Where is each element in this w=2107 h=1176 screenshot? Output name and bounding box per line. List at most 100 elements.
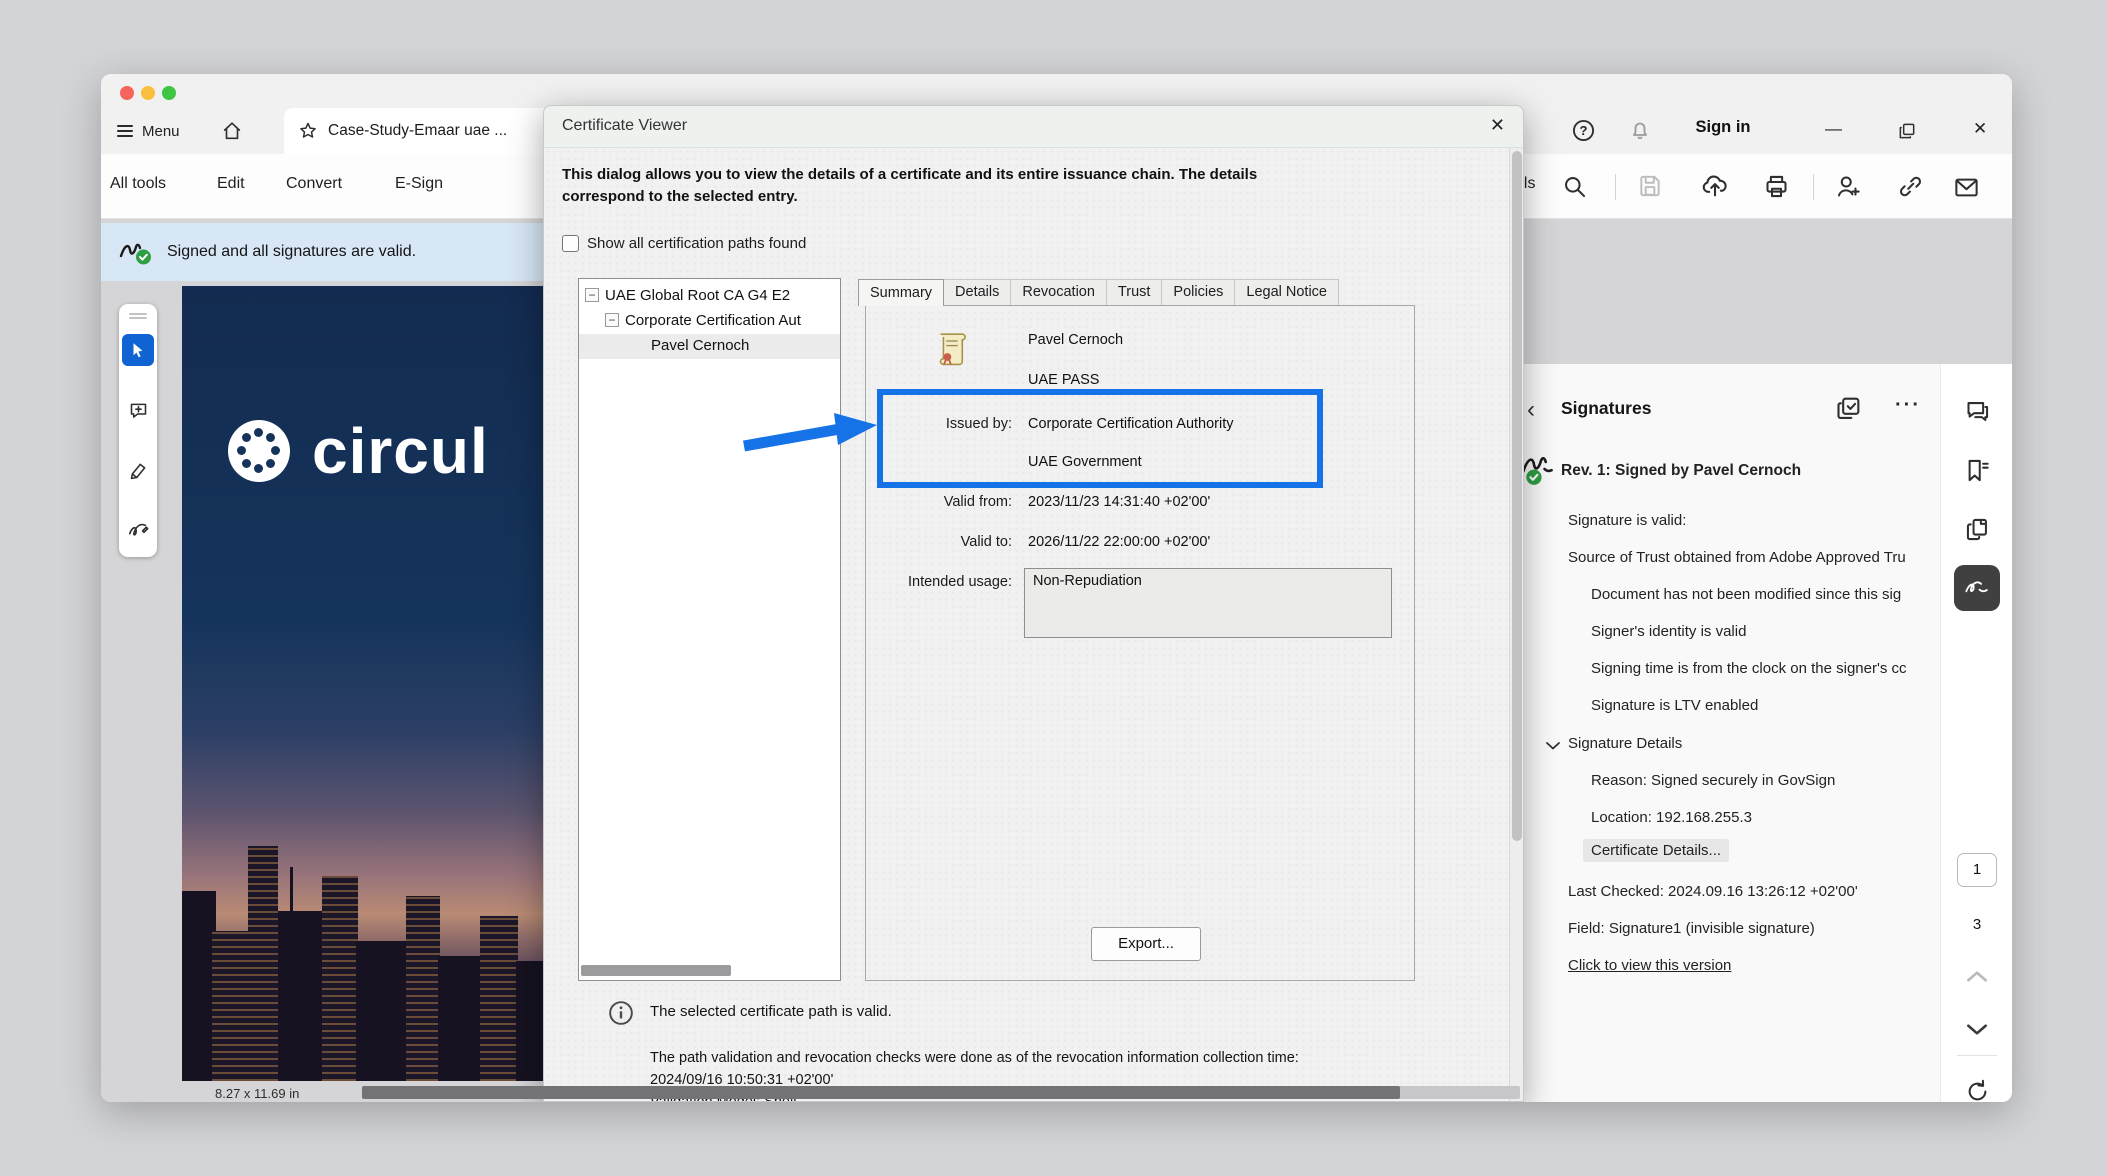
minimize-button[interactable]: — xyxy=(1825,119,1842,139)
dialog-description-line2: correspond to the selected entry. xyxy=(562,186,798,208)
add-comment-icon xyxy=(128,400,149,421)
document-page: circul xyxy=(182,286,562,1081)
comments-icon[interactable] xyxy=(1964,398,1991,425)
menu-convert[interactable]: Convert xyxy=(286,175,342,193)
print-icon[interactable] xyxy=(1763,173,1790,200)
rotate-page-icon[interactable] xyxy=(1964,1078,1991,1102)
quick-tools-palette xyxy=(119,304,157,557)
panel-options-icon[interactable]: ··· xyxy=(1895,394,1921,417)
tree-item-root[interactable]: − UAE Global Root CA G4 E2 xyxy=(579,284,841,309)
previous-page-chevron-icon[interactable] xyxy=(1964,968,1990,986)
signature-details-header[interactable]: Signature Details xyxy=(1568,735,1682,752)
star-icon xyxy=(298,121,318,141)
sign-in-button[interactable]: Sign in xyxy=(1681,118,1765,137)
horizontal-scrollbar[interactable] xyxy=(362,1086,1520,1099)
intended-usage-value: Non-Repudiation xyxy=(1033,573,1142,589)
certificate-details-button[interactable]: Certificate Details... xyxy=(1583,842,1729,859)
request-signature-icon[interactable] xyxy=(1835,173,1862,200)
annotation-arrow-icon xyxy=(736,406,881,454)
bookmarks-icon[interactable] xyxy=(1964,457,1991,484)
revocation-info-line1: The path validation and revocation check… xyxy=(650,1047,1299,1069)
tab-details[interactable]: Details xyxy=(943,279,1011,306)
scrollbar-thumb[interactable] xyxy=(1512,151,1522,841)
horizontal-scrollbar-thumb[interactable] xyxy=(362,1086,1400,1099)
validate-all-icon[interactable] xyxy=(1835,394,1863,422)
close-button[interactable]: ✕ xyxy=(1973,119,1987,139)
export-button[interactable]: Export... xyxy=(1091,927,1201,961)
notifications-bell-icon[interactable] xyxy=(1628,118,1652,142)
signature-location: Location: 192.168.255.3 xyxy=(1591,809,1752,826)
signature-status-item: Source of Trust obtained from Adobe Appr… xyxy=(1568,549,1906,566)
tree-collapse-icon[interactable]: − xyxy=(585,288,599,302)
tab-legal-notice[interactable]: Legal Notice xyxy=(1234,279,1339,306)
tree-horizontal-scrollbar[interactable] xyxy=(581,965,731,976)
menu-edit[interactable]: Edit xyxy=(217,175,245,193)
document-tab[interactable]: Case-Study-Emaar uae ... ✕ xyxy=(284,108,581,154)
save-icon[interactable] xyxy=(1637,173,1663,199)
cloud-upload-icon[interactable] xyxy=(1701,172,1729,200)
traffic-light-minimize-icon[interactable] xyxy=(141,86,155,100)
tab-summary[interactable]: Summary xyxy=(858,279,944,306)
subject-name: Pavel Cernoch xyxy=(1028,332,1123,348)
menu-label: Menu xyxy=(142,123,180,140)
collapse-panel-chevron-icon[interactable]: ‹ xyxy=(1527,396,1535,424)
select-tool-button[interactable] xyxy=(122,334,154,366)
window-titlebar xyxy=(101,74,2012,108)
email-icon[interactable] xyxy=(1953,174,1980,201)
certificate-icon xyxy=(936,330,968,368)
issuer-highlight-rectangle xyxy=(877,389,1323,488)
draw-tool-button[interactable] xyxy=(122,514,154,546)
dialog-vertical-scrollbar[interactable] xyxy=(1509,148,1523,1102)
show-paths-checkbox[interactable] xyxy=(562,235,579,252)
page-size-label: 8.27 x 11.69 in xyxy=(215,1086,299,1101)
last-checked: Last Checked: 2024.09.16 13:26:12 +02'00… xyxy=(1568,883,1858,900)
info-icon xyxy=(608,1000,634,1026)
view-version-link[interactable]: Click to view this version xyxy=(1568,957,1731,974)
menu-esign[interactable]: E-Sign xyxy=(395,175,443,193)
tree-item-intermediate[interactable]: − Corporate Certification Aut xyxy=(579,309,841,334)
hamburger-icon xyxy=(117,122,133,140)
home-icon[interactable] xyxy=(221,120,243,142)
dialog-title: Certificate Viewer xyxy=(562,117,687,135)
restore-button[interactable] xyxy=(1897,121,1917,141)
svg-text:?: ? xyxy=(1580,123,1588,138)
cursor-icon xyxy=(129,341,147,359)
intended-usage-label: Intended usage: xyxy=(882,574,1012,590)
fill-sign-tool-selected[interactable] xyxy=(1954,565,2000,611)
dialog-close-icon[interactable]: ✕ xyxy=(1490,115,1505,136)
link-icon[interactable] xyxy=(1897,173,1924,200)
highlight-tool-button[interactable] xyxy=(122,454,154,486)
drag-handle[interactable] xyxy=(129,317,147,319)
revision-title[interactable]: Rev. 1: Signed by Pavel Cernoch xyxy=(1561,462,1801,480)
traffic-light-zoom-icon[interactable] xyxy=(162,86,176,100)
tree-item-leaf-selected[interactable]: Pavel Cernoch xyxy=(579,334,841,359)
details-chevron-down-icon[interactable] xyxy=(1544,738,1562,752)
menu-all-tools[interactable]: All tools xyxy=(110,175,166,193)
traffic-light-close-icon[interactable] xyxy=(120,86,134,100)
tab-trust[interactable]: Trust xyxy=(1106,279,1163,306)
signatures-panel: ‹ Signatures ··· Rev. 1: Signed by Pavel… xyxy=(1516,364,1940,1102)
tree-collapse-icon[interactable]: − xyxy=(605,313,619,327)
signature-status-item: Signature is valid: xyxy=(1568,512,1686,529)
brand-logo: circul xyxy=(228,414,489,488)
tab-policies[interactable]: Policies xyxy=(1161,279,1235,306)
add-comment-tool-button[interactable] xyxy=(122,394,154,426)
signature-status-item: Signature is LTV enabled xyxy=(1591,697,1758,714)
current-page-input[interactable]: 1 xyxy=(1957,853,1997,887)
toolbar-divider xyxy=(1615,174,1616,200)
valid-from-value: 2023/11/23 14:31:40 +02'00' xyxy=(1028,494,1210,510)
signature-reason: Reason: Signed securely in GovSign xyxy=(1591,772,1835,789)
tab-title: Case-Study-Emaar uae ... xyxy=(328,122,544,140)
signature-valid-banner: Signed and all signatures are valid. xyxy=(101,223,583,281)
highlighter-icon xyxy=(128,460,149,481)
help-icon[interactable]: ? xyxy=(1571,118,1596,143)
menu-button[interactable]: Menu xyxy=(111,116,186,146)
search-icon[interactable] xyxy=(1561,173,1588,200)
brand-logo-text: circul xyxy=(312,414,489,488)
total-pages-label: 3 xyxy=(1957,916,1997,933)
next-page-chevron-icon[interactable] xyxy=(1964,1020,1990,1038)
drag-handle[interactable] xyxy=(129,313,147,315)
tab-revocation[interactable]: Revocation xyxy=(1010,279,1107,306)
page-thumbnails-icon[interactable] xyxy=(1964,516,1991,543)
summary-panel: Pavel Cernoch UAE PASS Issued by: Corpor… xyxy=(865,305,1415,981)
